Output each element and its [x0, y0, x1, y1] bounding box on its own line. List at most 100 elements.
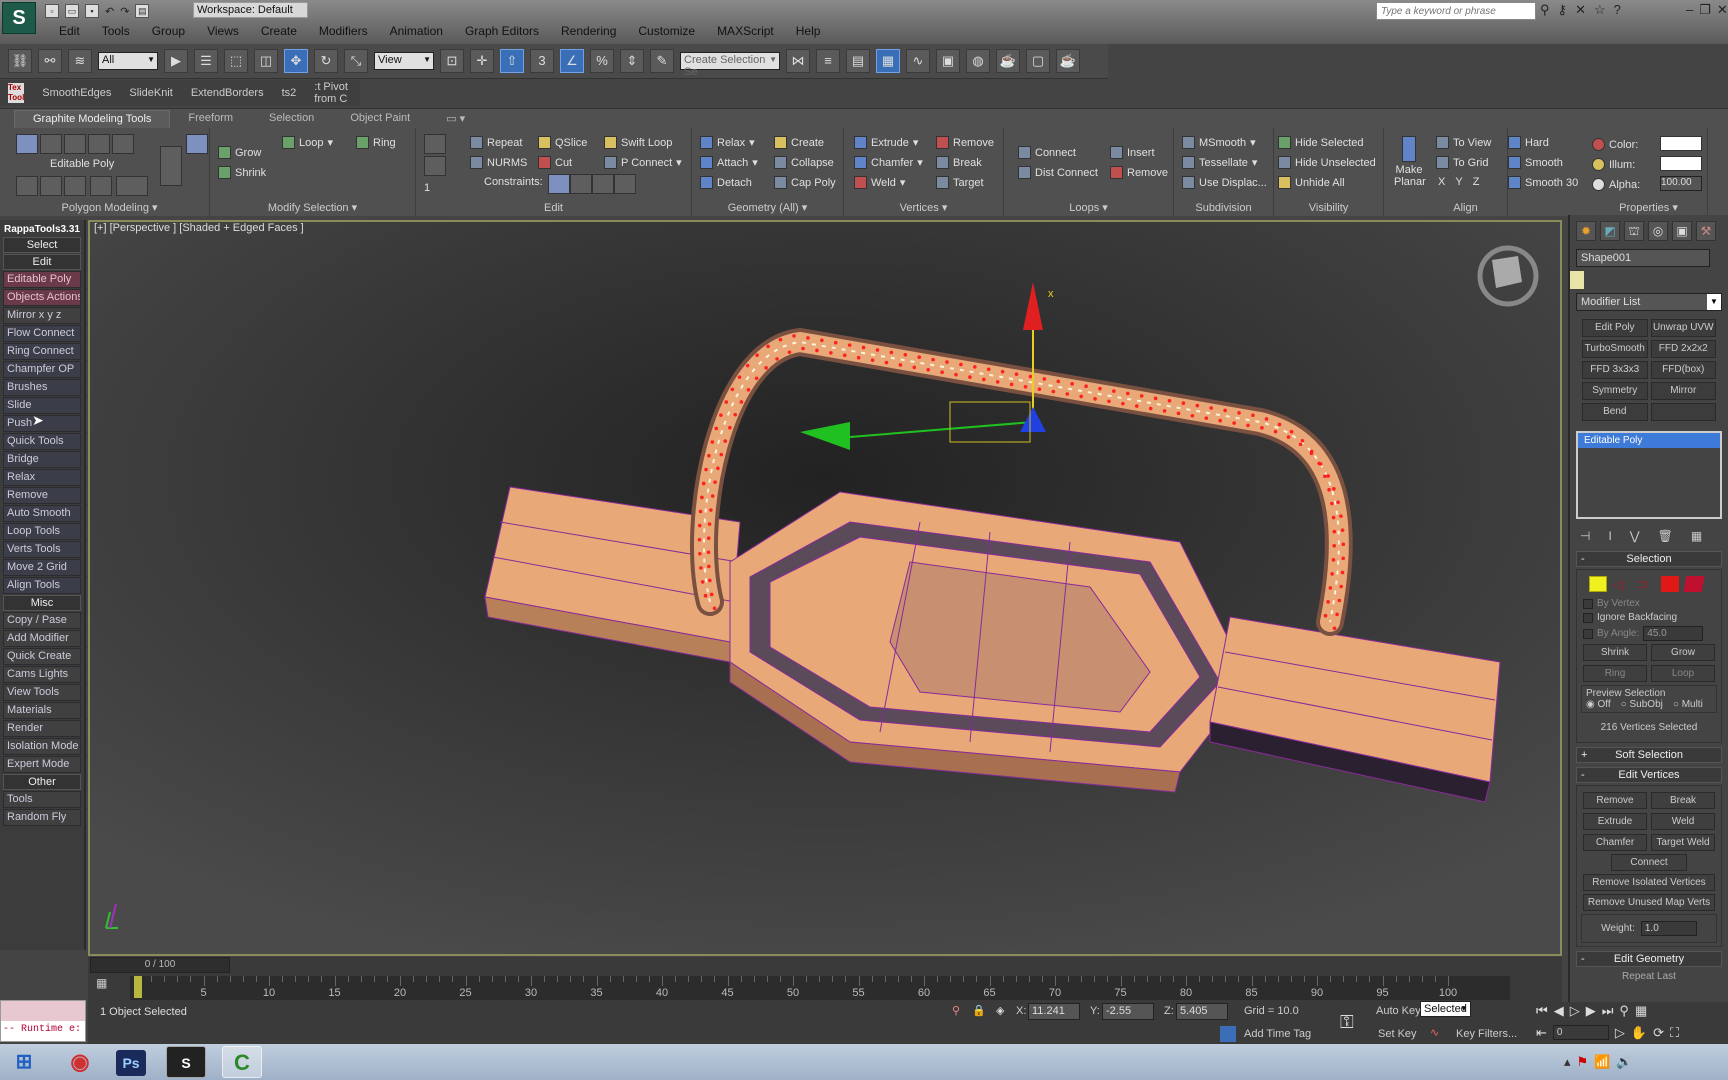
panel-label[interactable]: Modify Selection ▾	[210, 201, 415, 214]
constraint-edge-icon[interactable]	[570, 174, 592, 194]
polygon-subobject-icon[interactable]	[1661, 576, 1679, 592]
vertex-point[interactable]	[710, 494, 715, 498]
vertex-point[interactable]	[1298, 442, 1303, 447]
vertex-point[interactable]	[1237, 411, 1241, 415]
loop-button[interactable]: Loop ▾	[282, 136, 333, 149]
vertex-point[interactable]	[1326, 600, 1330, 604]
color-swatch[interactable]	[1660, 136, 1702, 151]
vertex-point[interactable]	[1065, 392, 1070, 396]
curve-editor-icon[interactable]: ∿	[906, 49, 930, 73]
vertex-point[interactable]	[1286, 435, 1291, 439]
vertex-point[interactable]	[1332, 487, 1336, 491]
save-icon[interactable]: ▪	[85, 4, 99, 18]
vertex-point[interactable]	[1317, 461, 1321, 466]
rappa-button-remove[interactable]: Remove	[3, 487, 81, 504]
rappa-button-add-modifier[interactable]: Add Modifier	[3, 630, 81, 647]
vertex-point[interactable]	[1323, 474, 1327, 479]
vertex-point[interactable]	[1000, 369, 1005, 374]
tab-freeform[interactable]: Freeform	[170, 110, 251, 128]
vertex-point[interactable]	[801, 346, 805, 351]
render-setup-icon[interactable]: ☕	[996, 49, 1020, 73]
qslice-button[interactable]: QSlice	[538, 136, 587, 149]
reference-coord-dropdown[interactable]: View	[374, 52, 434, 70]
modifier-button-ffd-3x3x3[interactable]: FFD 3x3x3	[1582, 361, 1648, 379]
vertex-point[interactable]	[1037, 387, 1042, 391]
time-cursor[interactable]	[134, 976, 142, 998]
menu-customize[interactable]: Customize	[627, 24, 706, 38]
make-unique-icon[interactable]: ⋁	[1630, 529, 1640, 543]
vertex-point[interactable]	[737, 375, 742, 379]
vertex-point[interactable]	[787, 350, 792, 355]
rappa-button-align-tools[interactable]: Align Tools	[3, 577, 81, 594]
align-y-button[interactable]: Y	[1455, 176, 1462, 188]
vertex-point[interactable]	[710, 440, 715, 444]
cap-poly-button[interactable]: Cap Poly	[774, 176, 836, 189]
shrink-button[interactable]: Shrink	[1583, 644, 1647, 661]
vertex-point[interactable]	[706, 536, 711, 540]
collapse-button[interactable]: Collapse	[774, 156, 834, 169]
isolate-selection-icon[interactable]: ⚲	[952, 1004, 960, 1017]
vertex-point[interactable]	[1332, 529, 1337, 534]
constraint-face-icon[interactable]	[592, 174, 614, 194]
material-editor-icon[interactable]: ◍	[966, 49, 990, 73]
project-folder-icon[interactable]: ▤	[135, 4, 150, 18]
vertex-point[interactable]	[1223, 408, 1227, 413]
vertex-point[interactable]	[912, 365, 917, 370]
vertex-point[interactable]	[730, 387, 735, 392]
vertex-point[interactable]	[712, 606, 717, 611]
vertex-point[interactable]	[940, 370, 944, 375]
vertex-point[interactable]	[1277, 422, 1282, 427]
vertex-point[interactable]	[766, 344, 770, 349]
menu-views[interactable]: Views	[196, 24, 250, 38]
utilities-tab-icon[interactable]: ⚒	[1696, 221, 1716, 241]
vertex-point[interactable]	[1336, 500, 1340, 505]
layer-manager-icon[interactable]: ▤	[846, 49, 870, 73]
mirror-icon[interactable]: ⋈	[786, 49, 810, 73]
vertex-point[interactable]	[898, 363, 903, 367]
rappa-button-objects-actions[interactable]: Objects Actions	[3, 289, 81, 306]
rappa-button-relax[interactable]: Relax	[3, 469, 81, 486]
x-coordinate-field[interactable]: 11.241	[1028, 1003, 1080, 1020]
rappa-button-copy-pase[interactable]: Copy / Pase	[3, 612, 81, 629]
ts2-button[interactable]: ts2	[282, 87, 297, 99]
vertex-point[interactable]	[945, 360, 949, 364]
set-key-button[interactable]: Set Key	[1378, 1028, 1417, 1040]
vertex-point[interactable]	[1009, 382, 1014, 387]
remove-modifier-icon[interactable]: 🗑	[1658, 529, 1673, 543]
pin-stack-icon[interactable]	[40, 176, 62, 196]
rappa-button-verts-tools[interactable]: Verts Tools	[3, 541, 81, 558]
vertex-point[interactable]	[1121, 401, 1125, 406]
vertex-point[interactable]	[1181, 401, 1186, 405]
create-button[interactable]: Create	[774, 136, 824, 149]
network-icon[interactable]: 📶	[1594, 1054, 1610, 1070]
camtasia-taskbar-icon[interactable]: C	[222, 1046, 262, 1078]
vertex-point[interactable]	[1209, 406, 1214, 410]
zoom-icon[interactable]: ⚲	[1619, 1003, 1629, 1019]
keyboard-shortcut-override-icon[interactable]: ⇧	[500, 49, 524, 73]
panel-label[interactable]: Vertices ▾	[844, 201, 1003, 214]
move-icon[interactable]: ✥	[284, 49, 308, 73]
vertex-point[interactable]	[1218, 418, 1223, 423]
lock-selection-icon[interactable]: 🔒	[972, 1004, 986, 1017]
show-end-result-icon[interactable]	[64, 176, 86, 196]
orbit-icon[interactable]: ⟳	[1653, 1025, 1664, 1041]
key-mode-toggle-icon[interactable]: ⇤	[1536, 1025, 1547, 1041]
rotate-icon[interactable]: ↻	[314, 49, 338, 73]
rappa-button-isolation-mode[interactable]: Isolation Mode	[3, 738, 81, 755]
hard-button[interactable]: Hard	[1508, 136, 1549, 149]
vertex-point[interactable]	[764, 366, 768, 370]
by-angle-checkbox[interactable]: By Angle: 45.0	[1583, 626, 1715, 641]
object-name-field[interactable]	[1576, 249, 1710, 267]
break-vertex-button[interactable]: Break	[1651, 792, 1715, 809]
angle-spinner[interactable]: 45.0	[1643, 626, 1704, 641]
percent-snap-icon[interactable]: %	[590, 49, 614, 73]
weight-spinner[interactable]: 1.0	[1640, 921, 1697, 936]
rappa-button-bridge[interactable]: Bridge	[3, 451, 81, 468]
maximize-viewport-icon[interactable]: ⛶	[1670, 1025, 1679, 1041]
rappa-button-move-2-grid[interactable]: Move 2 Grid	[3, 559, 81, 576]
zoom-all-icon[interactable]: ▦	[1635, 1003, 1647, 1019]
attach-button[interactable]: Attach ▾	[700, 156, 758, 169]
target-button[interactable]: Target	[936, 176, 984, 189]
modify-tab-icon[interactable]: ◩	[1600, 221, 1620, 241]
vertex-point[interactable]	[697, 537, 702, 542]
